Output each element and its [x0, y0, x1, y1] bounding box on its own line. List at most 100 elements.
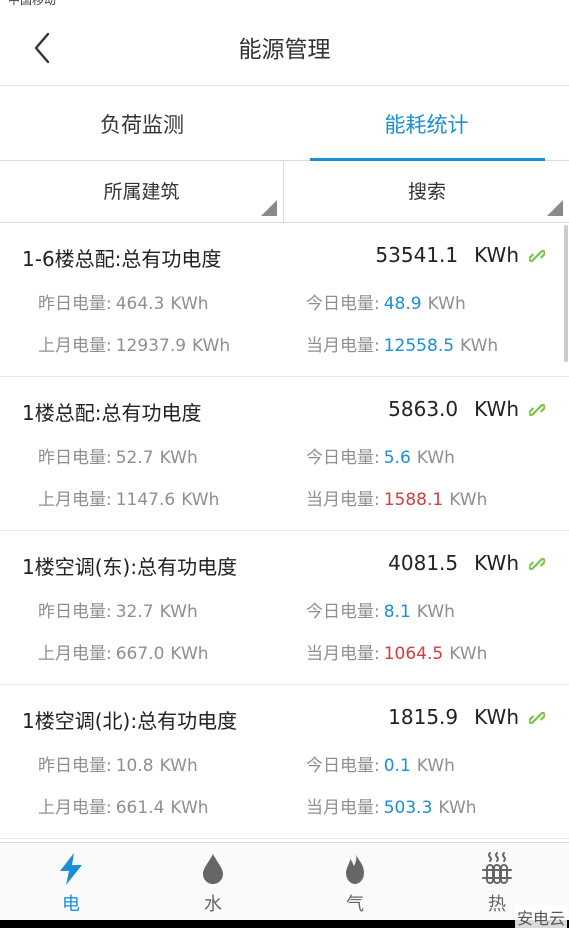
search-label: 搜索 [407, 181, 446, 203]
tab-bar: 负荷监测 能耗统计 [0, 86, 569, 161]
this-month-label: 当月电量: [306, 798, 380, 818]
today-usage: 今日电量: 0.1 KWh [306, 751, 455, 776]
unit: KWh [159, 448, 198, 468]
last-month-label: 上月电量: [38, 336, 112, 356]
this-month-value: 12558.5 [383, 336, 455, 356]
meter-card[interactable]: 1楼空调(东):总有功电度 4081.5 KWh 昨日电量: 32.7 KWh 今日电… [0, 531, 569, 685]
total-value: 4081.5 [388, 551, 459, 575]
unit: KWh [449, 644, 488, 664]
last-month-usage: 上月电量: 1147.6 KWh [38, 485, 219, 510]
system-navigation-bar [0, 920, 569, 928]
this-month-usage: 当月电量: 1064.5 KWh [306, 639, 487, 664]
total-unit: KWh [474, 243, 519, 267]
meter-total: 5863.0 KWh [388, 397, 519, 421]
nav-electricity[interactable]: 电 [0, 843, 142, 921]
carrier-label: 中国移动 [8, 0, 57, 7]
yesterday-usage: 昨日电量: 32.7 KWh [38, 597, 198, 622]
today-usage: 今日电量: 8.1 KWh [306, 597, 455, 622]
building-filter-label: 所属建筑 [103, 181, 180, 203]
today-value: 48.9 [383, 294, 422, 314]
unit: KWh [170, 294, 209, 314]
meter-list[interactable]: 1-6楼总配:总有功电度 53541.1 KWh 昨日电量: 464.3 KWh 今日… [0, 223, 569, 842]
unit: KWh [416, 448, 455, 468]
this-month-label: 当月电量: [306, 490, 380, 510]
yesterday-usage: 昨日电量: 10.8 KWh [38, 751, 198, 776]
unit: KWh [181, 490, 220, 510]
link-icon[interactable] [529, 556, 545, 572]
unit: KWh [159, 602, 198, 622]
app-header: 能源管理 [0, 8, 569, 86]
yesterday-usage: 昨日电量: 52.7 KWh [38, 443, 198, 468]
last-month-value: 667.0 [115, 644, 165, 664]
meter-name: 1楼空调(北):总有功电度 [22, 709, 238, 733]
nav-gas[interactable]: 气 [284, 843, 426, 921]
this-month-value: 503.3 [383, 798, 433, 818]
nav-label: 气 [346, 894, 364, 915]
yesterday-label: 昨日电量: [38, 756, 112, 776]
today-value: 5.6 [383, 448, 411, 468]
meter-name: 1楼空调(东):总有功电度 [22, 555, 238, 579]
today-label: 今日电量: [306, 756, 380, 776]
meter-card[interactable]: 1-6楼总配:总有功电度 53541.1 KWh 昨日电量: 464.3 KWh 今日… [0, 223, 569, 377]
yesterday-label: 昨日电量: [38, 448, 112, 468]
meter-name: 1楼总配:总有功电度 [22, 401, 202, 425]
unit: KWh [192, 336, 231, 356]
tab-load-monitoring[interactable]: 负荷监测 [0, 86, 284, 161]
yesterday-label: 昨日电量: [38, 294, 112, 314]
this-month-label: 当月电量: [306, 336, 380, 356]
this-month-label: 当月电量: [306, 644, 380, 664]
meter-total: 4081.5 KWh [388, 551, 519, 575]
this-month-usage: 当月电量: 1588.1 KWh [306, 485, 487, 510]
total-value: 5863.0 [388, 397, 459, 421]
this-month-usage: 当月电量: 503.3 KWh [306, 793, 477, 818]
bottom-nav: 电 水 气 热 [0, 842, 569, 920]
meter-card[interactable]: 1楼总配:总有功电度 5863.0 KWh 昨日电量: 52.7 KWh 今日电量: 5… [0, 377, 569, 531]
dropdown-corner-icon [261, 200, 277, 216]
unit: KWh [427, 294, 466, 314]
last-month-label: 上月电量: [38, 644, 112, 664]
today-usage: 今日电量: 5.6 KWh [306, 443, 455, 468]
yesterday-label: 昨日电量: [38, 602, 112, 622]
meter-card[interactable]: 1楼空调(北):总有功电度 1815.9 KWh 昨日电量: 10.8 KWh 今日电… [0, 685, 569, 839]
total-unit: KWh [474, 551, 519, 575]
flame-icon [346, 853, 364, 884]
unit: KWh [460, 336, 499, 356]
last-month-label: 上月电量: [38, 798, 112, 818]
today-label: 今日电量: [306, 602, 380, 622]
today-usage: 今日电量: 48.9 KWh [306, 289, 466, 314]
filter-bar: 所属建筑 搜索 [0, 161, 569, 223]
link-icon[interactable] [529, 710, 545, 726]
watermark: 安电云 [514, 905, 567, 928]
link-icon[interactable] [529, 248, 545, 264]
unit: KWh [416, 602, 455, 622]
link-icon[interactable] [529, 402, 545, 418]
total-value: 53541.1 [375, 243, 459, 267]
tab-energy-statistics[interactable]: 能耗统计 [284, 86, 569, 161]
last-month-usage: 上月电量: 12937.9 KWh [38, 331, 230, 356]
dropdown-corner-icon [547, 200, 563, 216]
meter-total: 1815.9 KWh [388, 705, 519, 729]
unit: KWh [438, 798, 477, 818]
last-month-value: 661.4 [115, 798, 165, 818]
last-month-usage: 上月电量: 661.4 KWh [38, 793, 209, 818]
total-value: 1815.9 [388, 705, 459, 729]
yesterday-value: 464.3 [115, 294, 165, 314]
building-filter-dropdown[interactable]: 所属建筑 [0, 161, 284, 222]
unit: KWh [159, 756, 198, 776]
yesterday-value: 32.7 [115, 602, 154, 622]
unit: KWh [170, 644, 209, 664]
this-month-value: 1588.1 [383, 490, 444, 510]
yesterday-usage: 昨日电量: 464.3 KWh [38, 289, 209, 314]
nav-label: 电 [62, 894, 80, 915]
unit: KWh [170, 798, 209, 818]
lightning-icon [60, 853, 82, 885]
radiator-icon [482, 852, 512, 884]
nav-water[interactable]: 水 [142, 843, 284, 921]
meter-total: 53541.1 KWh [375, 243, 519, 267]
this-month-usage: 当月电量: 12558.5 KWh [306, 331, 498, 356]
this-month-value: 1064.5 [383, 644, 444, 664]
today-label: 今日电量: [306, 294, 380, 314]
today-label: 今日电量: [306, 448, 380, 468]
search-dropdown[interactable]: 搜索 [285, 161, 569, 222]
meter-name: 1-6楼总配:总有功电度 [22, 247, 222, 271]
